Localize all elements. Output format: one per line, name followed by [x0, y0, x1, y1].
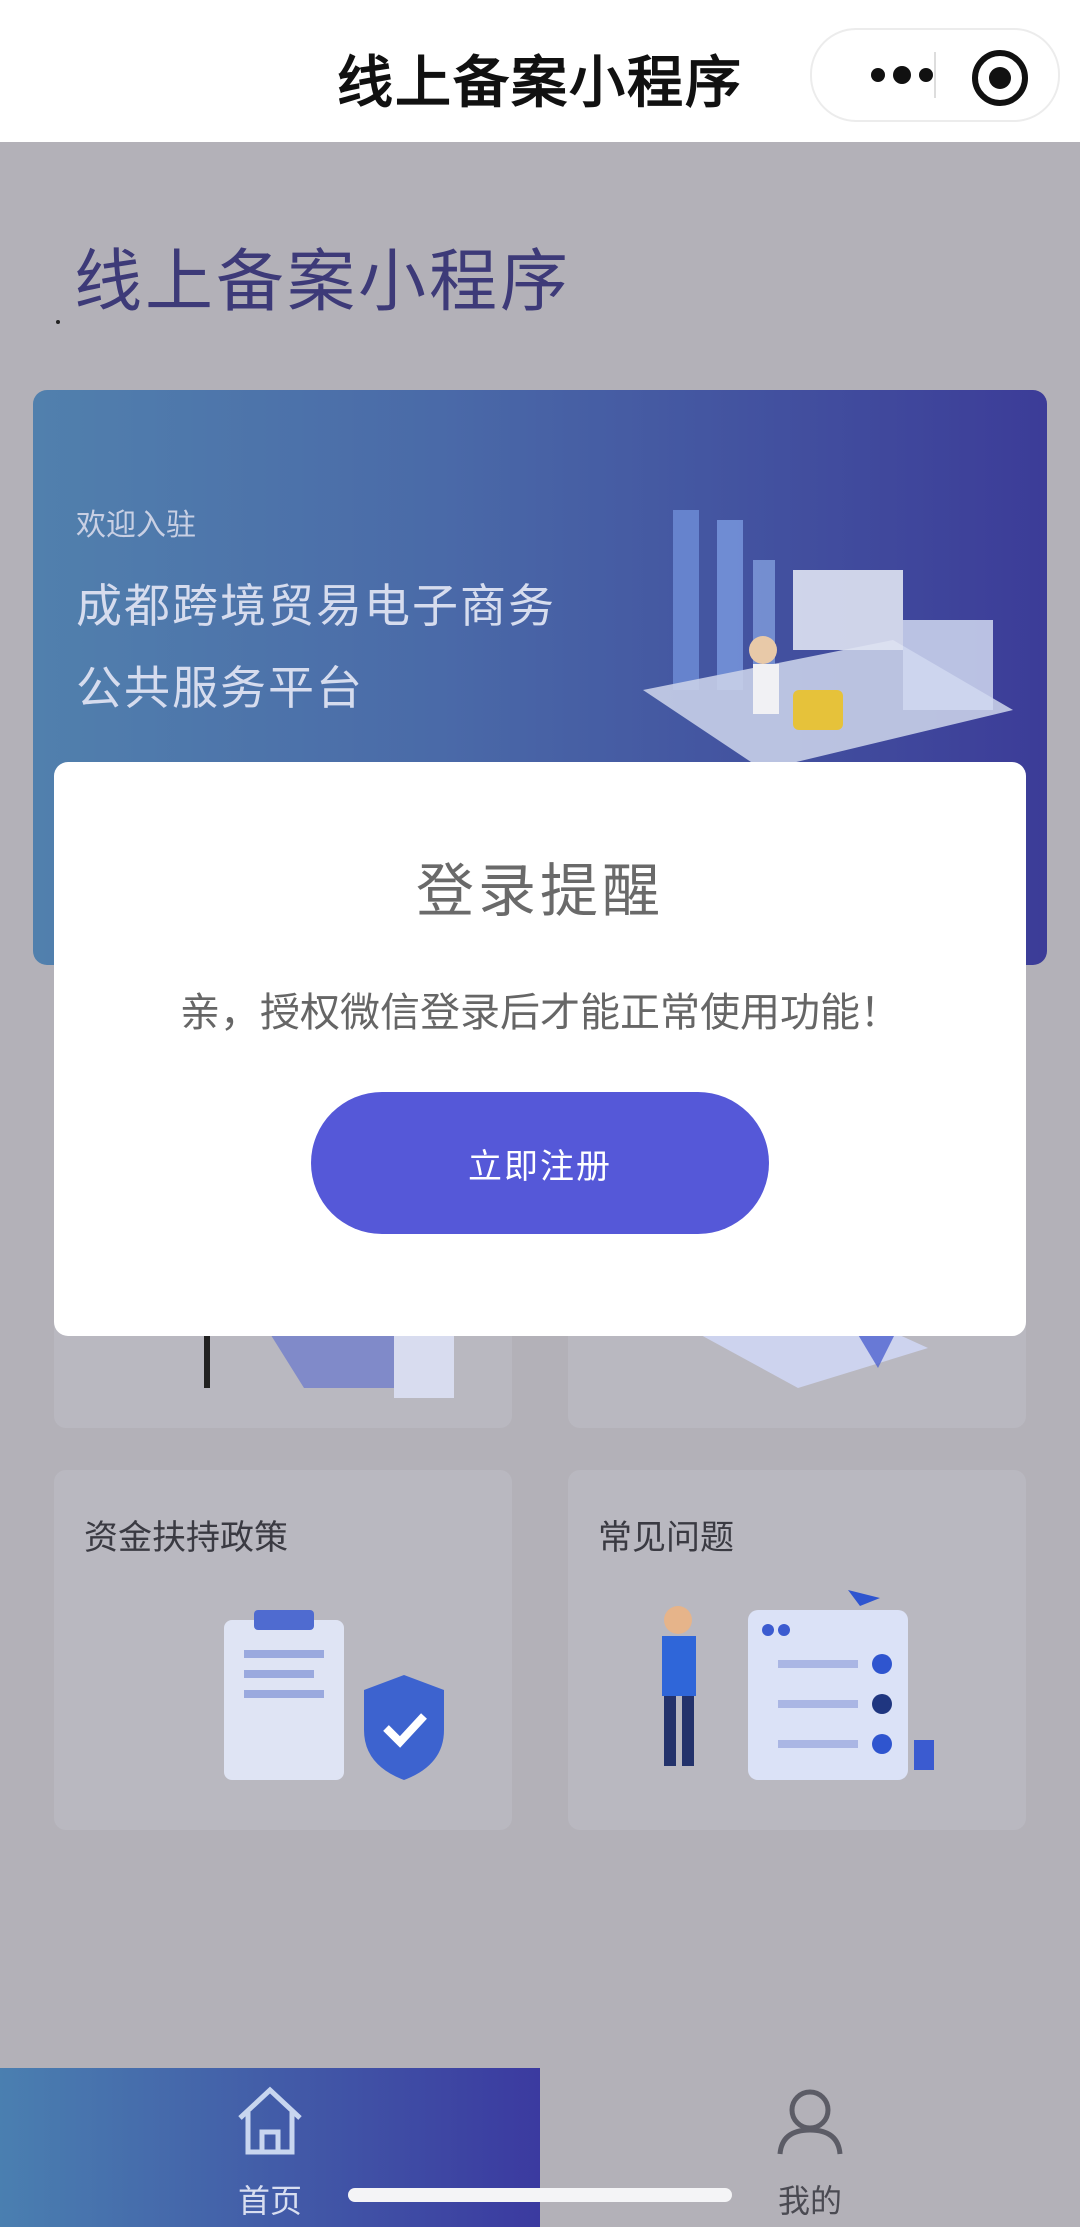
- faq-illustration: [662, 1590, 934, 1780]
- feature-card-funding-policy[interactable]: 资金扶持政策: [54, 1470, 512, 1830]
- tab-bar: 首页 我的: [0, 2068, 1080, 2227]
- home-indicator[interactable]: [348, 2188, 732, 2202]
- clipboard-shield-icon: [224, 1610, 444, 1780]
- dialog-message: 亲，授权微信登录后才能正常使用功能！: [180, 990, 900, 1036]
- card-label: 常见问题: [598, 1518, 734, 1558]
- close-mini-program-icon[interactable]: [972, 50, 1028, 106]
- mini-program-capsule: [810, 28, 1060, 122]
- nav-bar: 线上备案小程序: [0, 0, 1080, 142]
- user-icon: [777, 2089, 843, 2155]
- feature-card-faq[interactable]: 常见问题: [568, 1470, 1026, 1830]
- banner-line-2: 公共服务平台: [76, 661, 364, 715]
- more-icon[interactable]: [852, 57, 952, 93]
- tab-mine[interactable]: 我的: [540, 2068, 1080, 2227]
- page-title: 线上备案小程序: [74, 243, 572, 322]
- card-label: 资金扶持政策: [84, 1518, 288, 1558]
- stray-dot: [56, 320, 60, 324]
- capsule-divider: [934, 52, 936, 98]
- dialog-title: 登录提醒: [415, 857, 664, 925]
- banner-welcome-text: 欢迎入驻: [76, 508, 196, 543]
- register-button[interactable]: 立即注册: [311, 1092, 769, 1234]
- tab-home[interactable]: 首页: [0, 2068, 540, 2227]
- login-reminder-dialog: 登录提醒 亲，授权微信登录后才能正常使用功能！ 立即注册: [54, 762, 1026, 1336]
- banner-line-1: 成都跨境贸易电子商务: [76, 579, 556, 633]
- home-icon: [238, 2086, 302, 2155]
